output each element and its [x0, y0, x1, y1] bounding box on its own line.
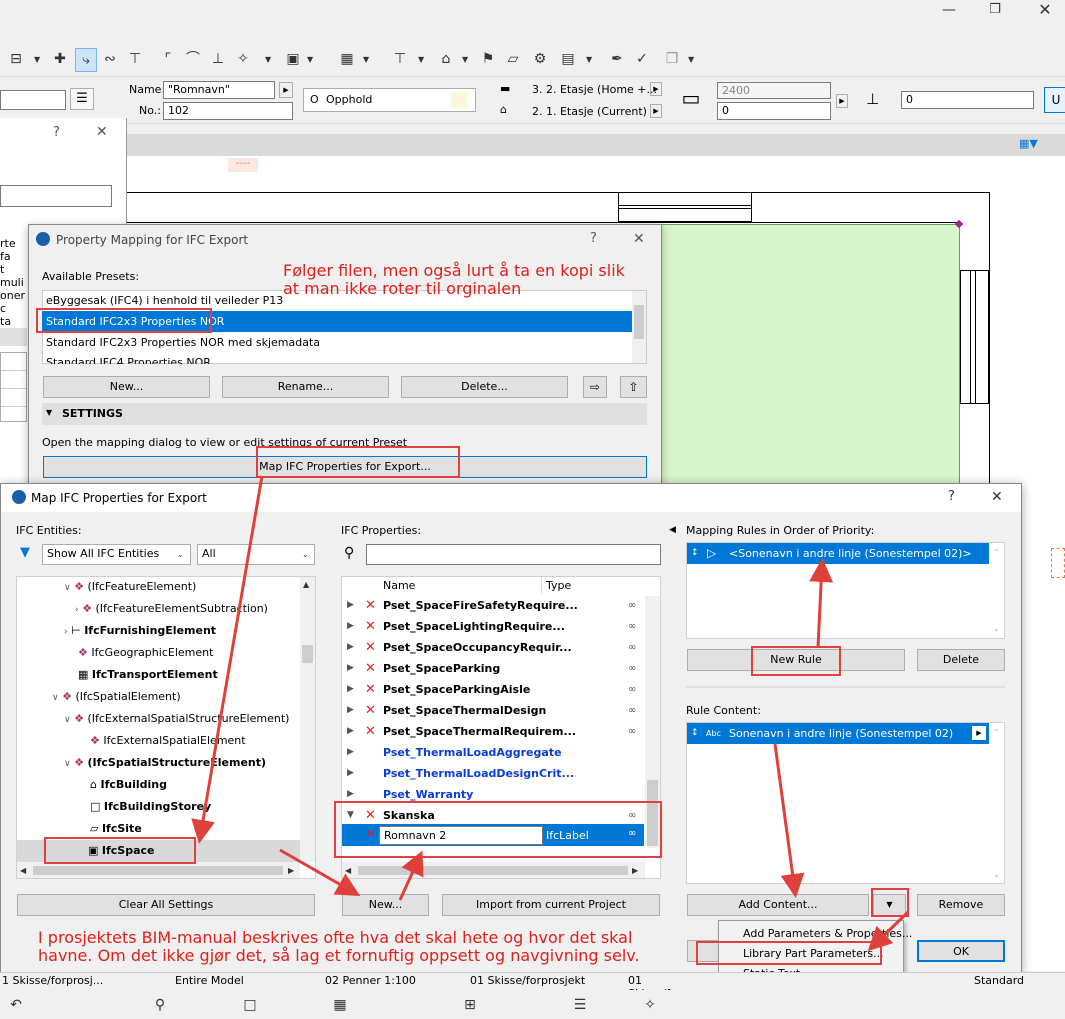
bottom-annotation: I prosjektets BIM-manual beskrives ofte … — [38, 928, 640, 965]
annotation-arrows — [191, 475, 910, 952]
top-annotation: Følger filen, men også lurt å ta en kopi… — [283, 261, 625, 298]
